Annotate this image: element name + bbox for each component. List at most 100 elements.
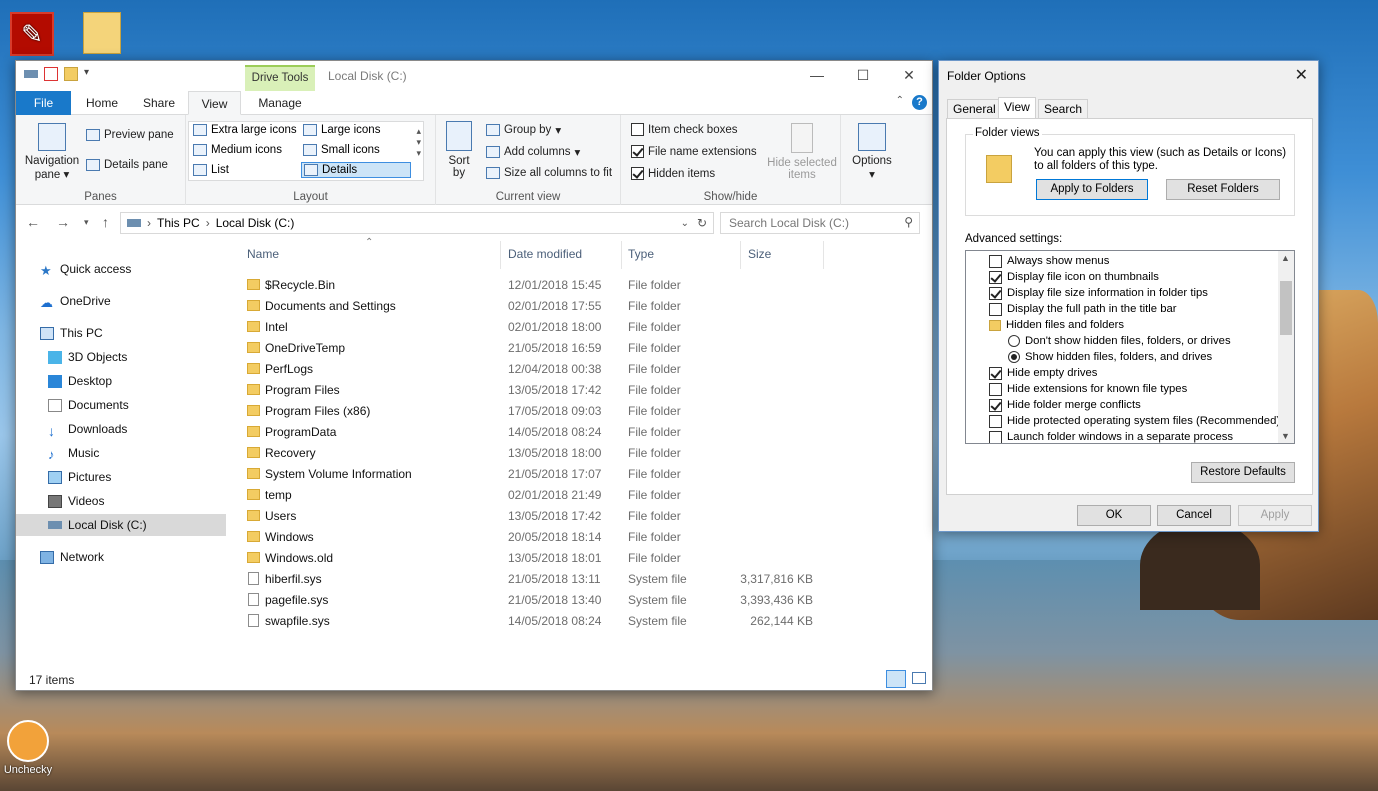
- tab-general[interactable]: General: [947, 99, 1002, 119]
- large-icons-view-icon[interactable]: [912, 672, 926, 684]
- tab-view[interactable]: View: [998, 97, 1036, 119]
- sort-by-button[interactable]: Sort by: [444, 121, 474, 179]
- breadcrumb-this-pc[interactable]: This PC: [157, 216, 200, 230]
- advanced-setting-item[interactable]: Display file icon on thumbnails: [989, 269, 1159, 285]
- qat-dropdown-icon[interactable]: ▾: [84, 67, 92, 81]
- options-button[interactable]: Options ▾: [846, 123, 898, 181]
- layout-extra-large-icons[interactable]: Extra large icons: [193, 124, 297, 136]
- hide-selected-items-button[interactable]: Hide selected items: [767, 123, 837, 181]
- column-header-date[interactable]: Date modified: [508, 247, 582, 261]
- maximize-button[interactable]: ☐: [840, 61, 886, 91]
- back-icon[interactable]: ←: [26, 214, 40, 230]
- tab-file[interactable]: File: [16, 91, 71, 115]
- layout-list[interactable]: List: [193, 164, 229, 176]
- advanced-setting-item[interactable]: Always show menus: [989, 253, 1109, 269]
- table-row[interactable]: OneDriveTemp 21/05/2018 16:59 File folder: [247, 337, 837, 358]
- nav-item-this-pc[interactable]: This PC: [16, 322, 226, 344]
- layout-large-icons[interactable]: Large icons: [303, 124, 380, 136]
- table-row[interactable]: System Volume Information 21/05/2018 17:0…: [247, 463, 837, 484]
- add-columns-button[interactable]: Add columns ▾: [486, 145, 580, 159]
- advanced-setting-item[interactable]: Display file size information in folder …: [989, 285, 1208, 301]
- cancel-button[interactable]: Cancel: [1157, 505, 1231, 526]
- tab-manage[interactable]: Manage: [249, 91, 311, 115]
- column-header-type[interactable]: Type: [628, 247, 654, 261]
- tab-search[interactable]: Search: [1038, 99, 1089, 119]
- minimize-button[interactable]: —: [794, 61, 840, 91]
- nav-item-videos[interactable]: Videos: [16, 490, 226, 512]
- preview-pane-button[interactable]: Preview pane: [86, 129, 174, 141]
- layout-medium-icons[interactable]: Medium icons: [193, 144, 282, 156]
- new-folder-icon[interactable]: [64, 67, 78, 81]
- tab-view[interactable]: View: [188, 91, 241, 115]
- navigation-pane-button[interactable]: Navigation pane ▾: [22, 123, 82, 181]
- table-row[interactable]: Windows 20/05/2018 18:14 File folder: [247, 526, 837, 547]
- file-name-extensions-checkbox[interactable]: File name extensions: [631, 145, 757, 158]
- scroll-thumb[interactable]: [1280, 281, 1292, 335]
- table-row[interactable]: Users 13/05/2018 17:42 File folder: [247, 505, 837, 526]
- address-dropdown-icon[interactable]: ⌄: [681, 218, 689, 229]
- restore-defaults-button[interactable]: Restore Defaults: [1191, 462, 1295, 483]
- advanced-setting-item[interactable]: Don't show hidden files, folders, or dri…: [1008, 333, 1231, 349]
- properties-icon[interactable]: [44, 67, 58, 81]
- refresh-icon[interactable]: ↻: [697, 216, 707, 230]
- scroll-down-icon[interactable]: ▼: [1281, 431, 1290, 441]
- table-row[interactable]: Documents and Settings 02/01/2018 17:55 Fi…: [247, 295, 837, 316]
- up-icon[interactable]: ↑: [102, 214, 109, 230]
- column-header-size[interactable]: Size: [748, 247, 771, 261]
- nav-item-local-disk[interactable]: Local Disk (C:): [16, 514, 226, 536]
- column-divider[interactable]: [500, 241, 501, 269]
- desktop-icon-unchecky[interactable]: Unchecky: [0, 720, 56, 776]
- breadcrumb-local-disk[interactable]: Local Disk (C:): [216, 216, 295, 230]
- nav-item-pictures[interactable]: Pictures: [16, 466, 226, 488]
- table-row[interactable]: swapfile.sys 14/05/2018 08:24 System file 2…: [247, 610, 837, 631]
- table-row[interactable]: pagefile.sys 21/05/2018 13:40 System file 3…: [247, 589, 837, 610]
- desktop-icon-acrobat[interactable]: ✎: [4, 12, 60, 56]
- layout-small-icons[interactable]: Small icons: [303, 144, 380, 156]
- nav-item-network[interactable]: Network: [16, 546, 226, 568]
- group-by-button[interactable]: Group by ▾: [486, 123, 561, 137]
- help-icon[interactable]: ?: [912, 95, 927, 110]
- tab-share[interactable]: Share: [134, 91, 184, 115]
- advanced-setting-item[interactable]: Hide empty drives: [989, 365, 1097, 381]
- apply-to-folders-button[interactable]: Apply to Folders: [1036, 179, 1148, 200]
- tab-home[interactable]: Home: [74, 91, 130, 115]
- close-button[interactable]: ✕: [886, 61, 932, 91]
- search-input[interactable]: Search Local Disk (C:) ⚲: [720, 212, 920, 234]
- layout-details[interactable]: Details: [301, 162, 411, 178]
- layout-scroll-icon[interactable]: ▴ ▾ ▾: [416, 126, 421, 159]
- advanced-setting-item[interactable]: Launch folder windows in a separate proc…: [989, 429, 1233, 443]
- advanced-setting-item[interactable]: Hide extensions for known file types: [989, 381, 1187, 397]
- advanced-setting-item[interactable]: Show hidden files, folders, and drives: [1008, 349, 1212, 365]
- desktop-icon-folder[interactable]: [74, 12, 130, 54]
- item-check-boxes-checkbox[interactable]: Item check boxes: [631, 123, 737, 136]
- nav-item-downloads[interactable]: ↓ Downloads: [16, 418, 226, 440]
- scroll-up-icon[interactable]: ▲: [1281, 253, 1290, 263]
- advanced-setting-item[interactable]: Display the full path in the title bar: [989, 301, 1177, 317]
- hidden-items-checkbox[interactable]: Hidden items: [631, 167, 715, 180]
- column-header-name[interactable]: Name: [247, 247, 279, 261]
- table-row[interactable]: ProgramData 14/05/2018 08:24 File folder: [247, 421, 837, 442]
- details-pane-button[interactable]: Details pane: [86, 159, 168, 171]
- table-row[interactable]: Windows.old 13/05/2018 18:01 File folder: [247, 547, 837, 568]
- column-divider[interactable]: [621, 241, 622, 269]
- size-all-columns-button[interactable]: Size all columns to fit: [486, 167, 612, 179]
- nav-item-onedrive[interactable]: ☁ OneDrive: [16, 290, 226, 312]
- table-row[interactable]: Recovery 13/05/2018 18:00 File folder: [247, 442, 837, 463]
- close-icon[interactable]: ✕: [1295, 65, 1308, 85]
- table-row[interactable]: Program Files (x86) 17/05/2018 09:03 File …: [247, 400, 837, 421]
- nav-item-desktop[interactable]: Desktop: [16, 370, 226, 392]
- forward-icon[interactable]: →: [56, 214, 70, 230]
- recent-locations-icon[interactable]: ▾: [84, 217, 89, 228]
- table-row[interactable]: temp 02/01/2018 21:49 File folder: [247, 484, 837, 505]
- ok-button[interactable]: OK: [1077, 505, 1151, 526]
- column-divider[interactable]: [823, 241, 824, 269]
- table-row[interactable]: PerfLogs 12/04/2018 00:38 File folder: [247, 358, 837, 379]
- table-row[interactable]: Intel 02/01/2018 18:00 File folder: [247, 316, 837, 337]
- nav-item-3d-objects[interactable]: 3D Objects: [16, 346, 226, 368]
- chevron-up-icon[interactable]: ⌃: [896, 95, 904, 106]
- details-view-icon[interactable]: [886, 670, 906, 688]
- apply-button[interactable]: Apply: [1238, 505, 1312, 526]
- advanced-setting-item[interactable]: Hide protected operating system files (R…: [989, 413, 1280, 429]
- table-row[interactable]: $Recycle.Bin 12/01/2018 15:45 File folder: [247, 274, 837, 295]
- advanced-scrollbar[interactable]: ▲ ▼: [1278, 251, 1294, 443]
